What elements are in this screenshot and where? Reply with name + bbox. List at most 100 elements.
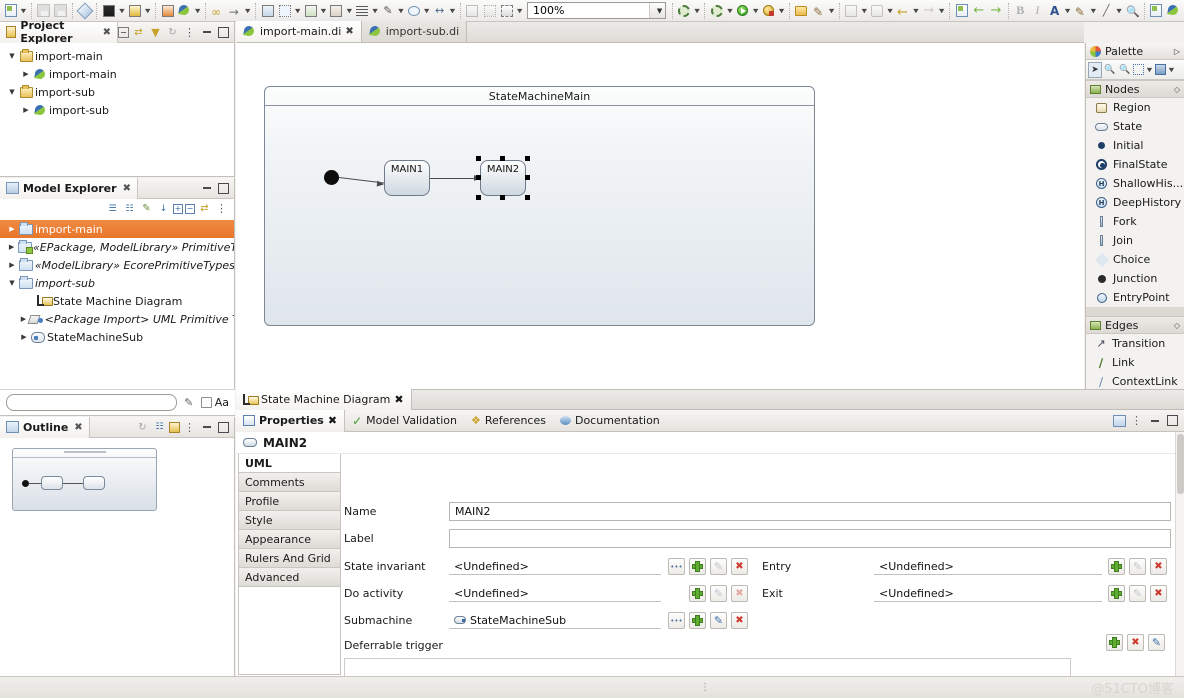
minimize-icon[interactable] [199, 420, 214, 435]
resize-handle-sw[interactable] [476, 195, 481, 200]
case-sensitive-toggle[interactable]: Aa [200, 396, 229, 409]
pencil-icon[interactable] [810, 2, 827, 20]
node-tool-icon[interactable] [1155, 64, 1166, 75]
close-icon[interactable]: ✖ [74, 422, 82, 433]
delete-button[interactable] [1127, 634, 1144, 651]
next-annotation-icon[interactable] [953, 2, 970, 20]
align-dropdown[interactable] [371, 2, 380, 20]
delete-button[interactable] [1150, 558, 1167, 575]
stamp-dropdown[interactable] [860, 2, 869, 20]
refresh-icon[interactable]: ↻ [135, 420, 150, 435]
external-tools-dropdown[interactable] [726, 2, 735, 20]
tree-item-import-main[interactable]: import-main [0, 220, 234, 238]
side-tab-style[interactable]: Style [239, 511, 340, 530]
arrow-dropdown[interactable] [243, 2, 252, 20]
back-dropdown[interactable] [912, 2, 921, 20]
side-tab-uml[interactable]: UML [239, 454, 340, 473]
edit-button[interactable] [1148, 634, 1165, 651]
duplicate-icon[interactable] [259, 2, 276, 20]
side-tab-appearance[interactable]: Appearance [239, 530, 340, 549]
zoom-fit-icon[interactable] [464, 2, 481, 20]
tab-model-validation[interactable]: ✓ Model Validation [345, 410, 464, 432]
align-icon[interactable] [354, 2, 371, 20]
settings-icon[interactable] [676, 2, 693, 20]
search-input[interactable] [6, 394, 177, 411]
palette-item-link[interactable]: Link [1086, 353, 1184, 372]
palette-group-edges[interactable]: Edges ◇ [1086, 316, 1184, 334]
collapse-all-icon[interactable]: − [118, 26, 129, 38]
close-icon[interactable]: ✖ [123, 183, 131, 194]
tab-project-explorer[interactable]: Project Explorer ✖ [0, 19, 118, 45]
palette-item-final-state[interactable]: FinalState [1086, 155, 1184, 174]
forward-icon[interactable]: → [920, 2, 937, 20]
list-icon[interactable]: ☰ [105, 201, 120, 216]
save-icon[interactable] [35, 2, 52, 20]
tree-icon[interactable]: ☷ [122, 201, 137, 216]
font-color-icon[interactable]: A [1046, 2, 1063, 20]
palette-item-fork[interactable]: Fork [1086, 212, 1184, 231]
view-menu-icon[interactable] [214, 201, 229, 216]
debug-dropdown[interactable] [777, 2, 786, 20]
add-button[interactable] [1108, 558, 1125, 575]
name-input[interactable]: MAIN2 [449, 502, 1171, 521]
browse-button[interactable] [668, 558, 685, 575]
tree-item-import-main-project[interactable]: import-main [0, 47, 234, 65]
resize-handle-s[interactable] [500, 195, 505, 200]
tab-outline[interactable]: Outline ✖ [0, 416, 90, 438]
edit-button[interactable] [710, 612, 727, 629]
tab-model-explorer[interactable]: Model Explorer ✖ [0, 177, 138, 199]
close-icon[interactable]: ✖ [103, 27, 111, 38]
new-file-icon[interactable] [2, 2, 19, 20]
palette-item-join[interactable]: Join [1086, 231, 1184, 250]
minimize-icon[interactable] [1147, 413, 1162, 428]
marker-icon[interactable] [76, 2, 94, 20]
close-icon[interactable]: ✖ [345, 26, 353, 37]
grid-snap-icon[interactable] [276, 2, 293, 20]
stamp-icon[interactable] [843, 2, 860, 20]
distribute-icon[interactable] [328, 2, 345, 20]
papyrus-icon[interactable] [176, 2, 193, 20]
palette-item-transition[interactable]: Transition [1086, 334, 1184, 353]
pencil-dropdown[interactable] [827, 2, 836, 20]
layout-dropdown[interactable] [319, 2, 328, 20]
view-menu-icon[interactable] [182, 25, 197, 40]
label-input[interactable] [449, 529, 1171, 548]
previous-edit-icon[interactable]: ← [970, 2, 987, 20]
add-button[interactable] [1106, 634, 1123, 651]
side-tab-comments[interactable]: Comments [239, 473, 340, 492]
chevron-right-icon[interactable]: ▷ [1174, 47, 1180, 56]
twisty-icon[interactable] [6, 243, 17, 251]
arrow-icon[interactable] [226, 2, 243, 20]
import-dropdown[interactable] [118, 2, 127, 20]
resize-handle-w[interactable] [476, 175, 481, 180]
close-icon[interactable]: ✖ [328, 414, 337, 427]
twisty-icon[interactable] [6, 52, 18, 60]
new-file-dropdown[interactable] [19, 2, 28, 20]
zoom-dropdown[interactable] [515, 2, 524, 20]
scrollbar-thumb[interactable] [1177, 434, 1184, 494]
papyrus-dropdown[interactable] [193, 2, 202, 20]
twisty-icon[interactable] [6, 261, 18, 269]
collapse-icon[interactable]: ◇ [1174, 321, 1180, 330]
close-icon[interactable]: ✖ [394, 393, 403, 406]
tree-item-package-import[interactable]: <Package Import> UML Primitive Typ [0, 310, 234, 328]
palette-item-initial[interactable]: Initial [1086, 136, 1184, 155]
new-view-icon[interactable] [1113, 414, 1126, 427]
line-color-dropdown[interactable] [1115, 2, 1124, 20]
palette-item-junction[interactable]: Junction [1086, 269, 1184, 288]
fill-color-dropdown[interactable] [1089, 2, 1098, 20]
minimize-icon[interactable] [199, 25, 214, 40]
palette-group-nodes[interactable]: Nodes ◇ [1086, 80, 1184, 98]
font-color-dropdown[interactable] [1063, 2, 1072, 20]
twisty-icon[interactable] [20, 70, 32, 78]
run-dropdown[interactable] [751, 2, 760, 20]
delete-button[interactable] [731, 558, 748, 575]
palette-item-deep-history[interactable]: H DeepHistory [1086, 193, 1184, 212]
palette-item-state[interactable]: State [1086, 117, 1184, 136]
tab-properties[interactable]: Properties ✖ [236, 409, 346, 432]
back-icon[interactable] [894, 2, 911, 20]
grid-dropdown[interactable] [293, 2, 302, 20]
link-icon[interactable]: ∞ [209, 2, 226, 20]
resize-handle-e[interactable] [525, 175, 530, 180]
route-icon[interactable] [405, 2, 422, 20]
